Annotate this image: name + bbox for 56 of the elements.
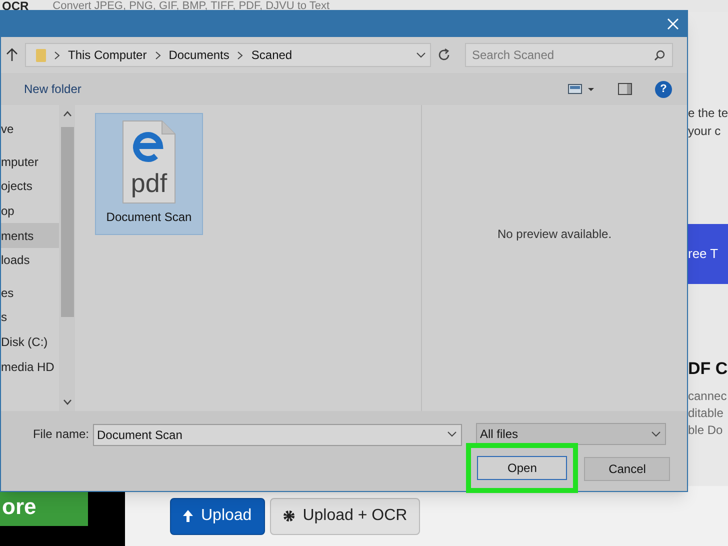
chevron-down-icon bbox=[447, 431, 457, 437]
new-folder-button[interactable]: New folder bbox=[24, 80, 82, 98]
navigation-item[interactable]: ve bbox=[1, 117, 59, 142]
file-name-field[interactable]: Document Scan bbox=[93, 424, 462, 446]
file-type-dropdown[interactable]: All files bbox=[476, 423, 666, 445]
file-name: Document Scan bbox=[106, 209, 192, 226]
chevron-icon bbox=[154, 50, 161, 60]
navigation-item[interactable]: op bbox=[1, 198, 59, 224]
gear-icon bbox=[282, 510, 295, 522]
preview-pane-icon[interactable] bbox=[618, 83, 632, 95]
help-button[interactable]: ? bbox=[655, 80, 672, 98]
site-logo: OCR bbox=[2, 0, 29, 12]
breadcrumb[interactable]: Scaned bbox=[251, 46, 292, 64]
chevron-down-icon bbox=[416, 52, 426, 58]
navigation-item[interactable]: ments bbox=[1, 223, 59, 248]
view-options-icon[interactable] bbox=[568, 84, 594, 94]
close-icon[interactable] bbox=[667, 18, 679, 30]
page-text: cannec bbox=[688, 388, 728, 404]
navigation-item[interactable]: s bbox=[1, 305, 59, 330]
file-item[interactable]: pdf Document Scan bbox=[95, 113, 203, 235]
page-text: your c bbox=[688, 123, 722, 140]
page-text: ble Do bbox=[688, 422, 724, 438]
site-tagline: Convert JPEG, PNG, GIF, BMP, TIFF, PDF, DJVU to Text bbox=[52, 0, 330, 12]
navigation-item[interactable]: loads bbox=[1, 248, 59, 273]
section-heading: DF C bbox=[688, 358, 728, 380]
up-arrow-icon[interactable] bbox=[5, 48, 19, 62]
scrollbar-thumb[interactable] bbox=[60, 127, 74, 317]
upload-arrow-icon bbox=[183, 510, 193, 522]
breadcrumb[interactable]: This Computer bbox=[68, 46, 147, 64]
search-icon bbox=[654, 50, 665, 61]
navigation-item[interactable]: mputer bbox=[1, 150, 59, 174]
navigation-item[interactable]: media HD bbox=[1, 354, 59, 379]
navigation-item[interactable]: Disk (C:) bbox=[1, 330, 59, 354]
preview-message: No preview available. bbox=[497, 226, 612, 243]
folder-icon bbox=[36, 48, 46, 62]
file-name-label: File name: bbox=[32, 426, 90, 443]
breadcrumb[interactable]: Documents bbox=[168, 46, 230, 64]
chevron-icon bbox=[237, 50, 244, 60]
chevron-icon bbox=[54, 50, 60, 60]
address-bar[interactable]: This Computer Documents Scaned bbox=[25, 43, 431, 67]
pdf-file-icon: pdf bbox=[122, 120, 176, 204]
scroll-up-icon bbox=[62, 111, 72, 117]
upload-button[interactable]: Upload bbox=[170, 498, 265, 534]
page-text: ditable bbox=[688, 404, 724, 422]
search-field[interactable]: Search Scaned bbox=[465, 43, 673, 67]
navigation-item[interactable]: ojects bbox=[1, 174, 59, 199]
scroll-down-icon bbox=[62, 399, 72, 405]
open-button[interactable]: Open bbox=[477, 456, 568, 480]
navigation-item[interactable]: es bbox=[1, 280, 59, 306]
chevron-down-icon bbox=[651, 431, 661, 437]
file-type-value: All files bbox=[480, 426, 520, 443]
refresh-icon[interactable] bbox=[437, 48, 451, 62]
cancel-button[interactable]: Cancel bbox=[584, 457, 670, 481]
promo-banner: ree T bbox=[688, 224, 728, 284]
upload-ocr-button[interactable]: Upload + OCR bbox=[270, 498, 420, 534]
page-text: e the te bbox=[688, 105, 728, 122]
